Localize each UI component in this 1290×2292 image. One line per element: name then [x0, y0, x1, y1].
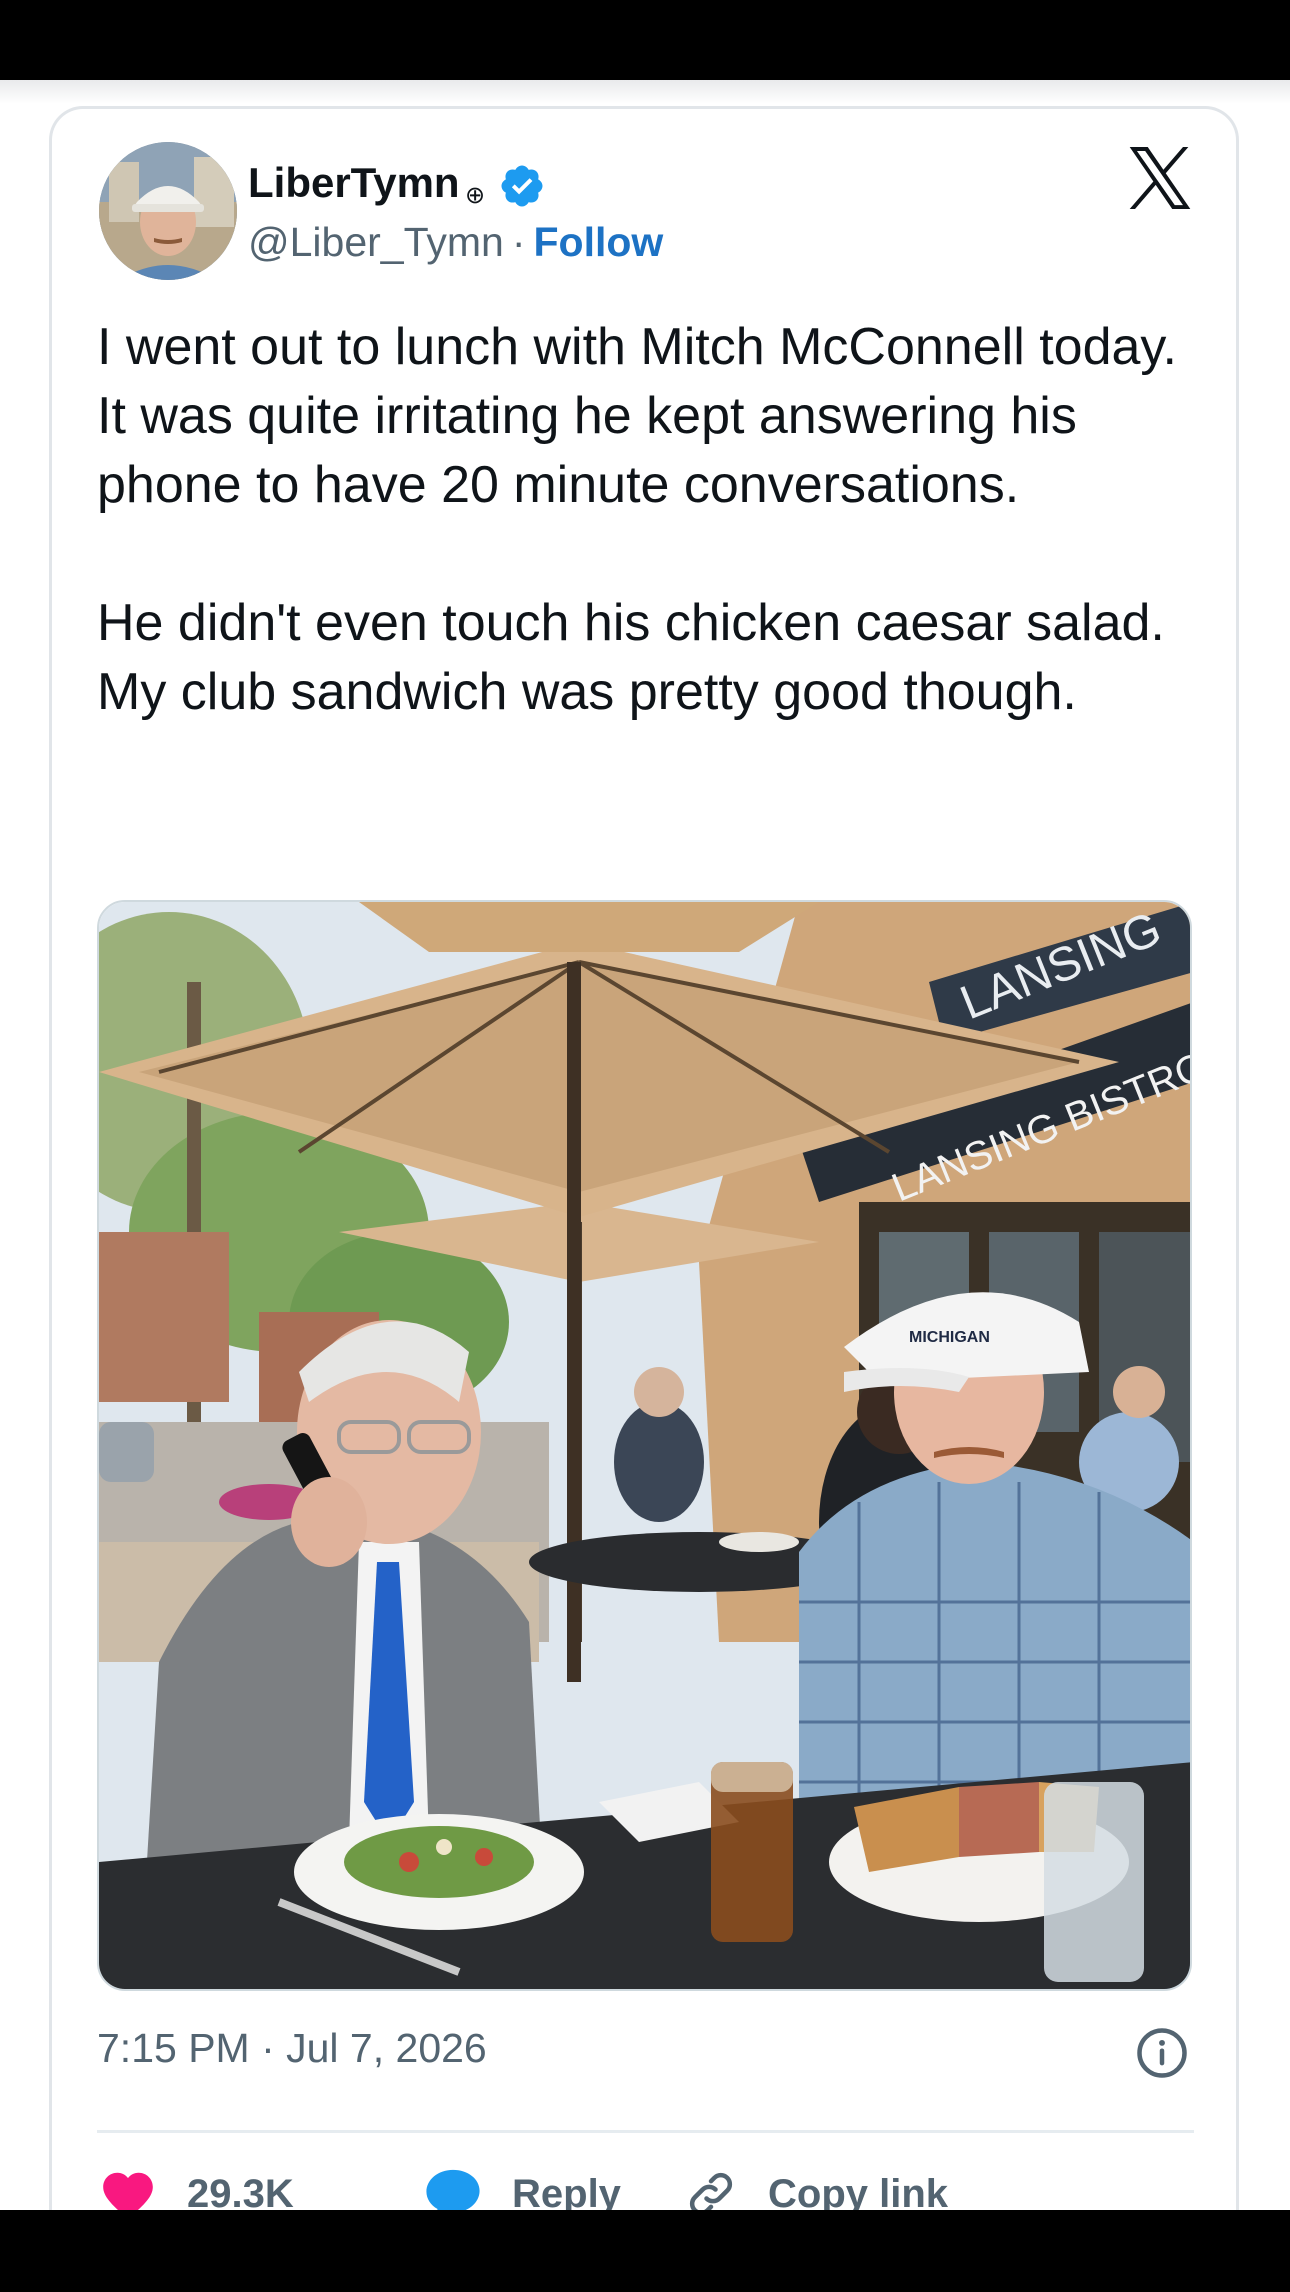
- tweet-photo[interactable]: LANSING LANSING BISTRO MICHIGAN: [97, 900, 1192, 1991]
- divider: [97, 2130, 1194, 2133]
- tweet-card: LiberTymn ⊕ @Liber_Tymn · Follow I went ou…: [49, 106, 1239, 2236]
- author-display-name[interactable]: LiberTymn: [248, 159, 460, 207]
- verified-badge-icon: [501, 165, 543, 207]
- embed-area: LiberTymn ⊕ @Liber_Tymn · Follow I went ou…: [0, 80, 1290, 2236]
- separator-dot: ·: [511, 219, 526, 265]
- bottom-bar: [0, 2210, 1290, 2292]
- tweet-text: I went out to lunch with Mitch McConnell…: [97, 313, 1207, 727]
- x-logo-icon[interactable]: [1127, 147, 1193, 209]
- top-bar: [0, 0, 1290, 80]
- author-handle[interactable]: @Liber_Tymn: [248, 219, 504, 265]
- follow-button[interactable]: Follow: [534, 219, 664, 265]
- handle-row: @Liber_Tymn · Follow: [248, 219, 663, 266]
- name-emoji-glyph: ⊕: [465, 182, 486, 209]
- page: LiberTymn ⊕ @Liber_Tymn · Follow I went ou…: [0, 0, 1290, 2292]
- avatar-image: [99, 142, 237, 280]
- tweet-timestamp[interactable]: 7:15 PM · Jul 7, 2026: [97, 2025, 487, 2072]
- tweet-paragraph-2: He didn't even touch his chicken caesar …: [97, 594, 1165, 721]
- tweet-paragraph-1: I went out to lunch with Mitch McConnell…: [97, 318, 1177, 514]
- info-icon[interactable]: [1135, 2026, 1189, 2080]
- photo-illustration: LANSING LANSING BISTRO MICHIGAN: [99, 902, 1190, 1989]
- cap-logo-text: MICHIGAN: [909, 1329, 990, 1346]
- author-avatar[interactable]: [99, 142, 237, 280]
